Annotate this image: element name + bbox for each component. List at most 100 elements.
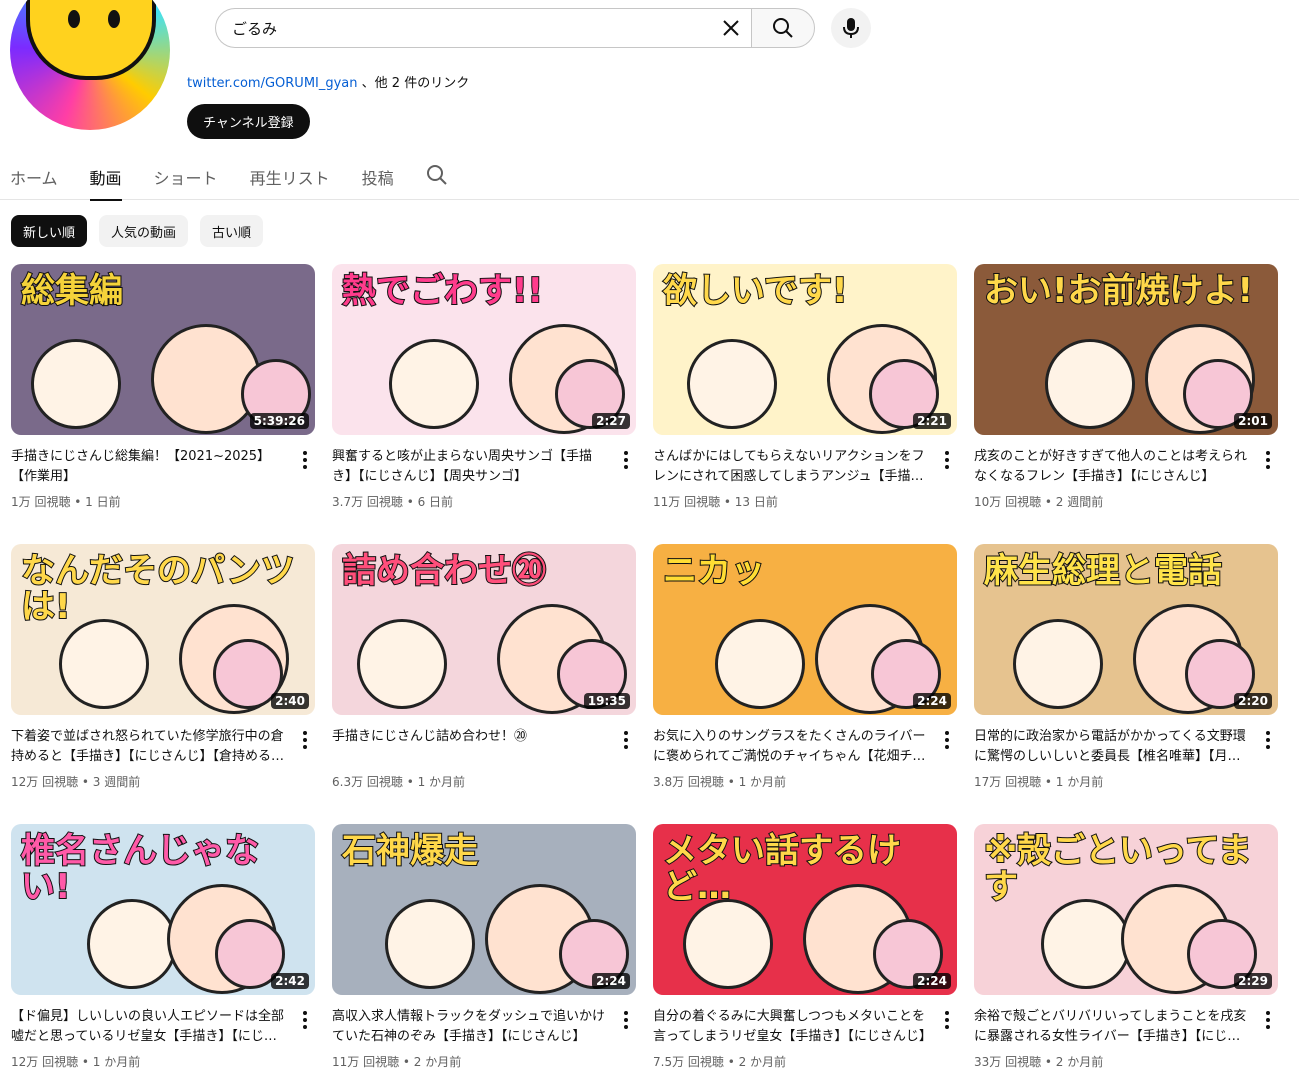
tab-playlists[interactable]: 再生リスト xyxy=(250,160,330,200)
thumbnail-caption: 石神爆走 xyxy=(341,831,479,871)
video-stats: 3.8万 回視聴 • 1 か月前 xyxy=(653,775,787,789)
video-thumbnail[interactable]: ※殻ごといってます 2:29 xyxy=(974,824,1278,995)
chip-oldest[interactable]: 古い順 xyxy=(200,215,264,247)
channel-search-button[interactable] xyxy=(426,164,448,190)
video-title[interactable]: お気に入りのサングラスをたくさんのライバーに褒められてご満悦のチャイちゃん【花畑… xyxy=(653,727,931,767)
video-duration: 2:20 xyxy=(1234,693,1272,709)
thumbnail-art xyxy=(357,619,447,709)
video-title[interactable]: 興奮すると咳が止まらない周央サンゴ【手描き】【にじさんじ】【周央サンゴ】 xyxy=(332,447,610,487)
sort-chips: 新しい順 人気の動画 古い順 xyxy=(11,215,264,247)
video-card[interactable]: ニカッ 2:24 お気に入りのサングラスをたくさんのライバーに褒められてご満悦の… xyxy=(653,544,957,824)
more-options-icon[interactable] xyxy=(937,449,957,471)
video-card[interactable]: なんだそのパンツは! 2:40 下着姿で並ばされ怒られていた修学旅行中の倉持める… xyxy=(11,544,315,824)
video-duration: 2:27 xyxy=(592,413,630,429)
video-card[interactable]: 椎名さんじゃない! 2:42 【ド偏見】しいしいの良い人エピソードは全部嘘だと思… xyxy=(11,824,315,1079)
search-icon xyxy=(426,165,447,185)
thumbnail-caption: なんだそのパンツは! xyxy=(20,551,296,627)
video-card[interactable]: 熱でごわす!! 2:27 興奮すると咳が止まらない周央サンゴ【手描き】【にじさん… xyxy=(332,264,636,544)
video-thumbnail[interactable]: 詰め合わせ⑳ 19:35 xyxy=(332,544,636,715)
video-title[interactable]: 日常的に政治家から電話がかかってくる文野環に驚愕のしいしいと委員長【椎名唯華】【… xyxy=(974,727,1252,767)
video-meta: 高収入求人情報トラックをダッシュで追いかけていた石神のぞみ【手描き】【にじさんじ… xyxy=(332,995,636,1070)
thumbnail-caption: 欲しいです! xyxy=(662,271,849,311)
chip-popular[interactable]: 人気の動画 xyxy=(99,215,189,247)
video-title[interactable]: 自分の着ぐるみに大興奮しつつもメタいことを言ってしまうリゼ皇女【手描き】【にじさ… xyxy=(653,1007,931,1047)
subscribe-button[interactable]: チャンネル登録 xyxy=(187,104,310,139)
more-options-icon[interactable] xyxy=(937,1009,957,1031)
video-card[interactable]: メタい話するけど… 2:24 自分の着ぐるみに大興奮しつつもメタいことを言ってし… xyxy=(653,824,957,1079)
video-meta: 【ド偏見】しいしいの良い人エピソードは全部嘘だと思っているリゼ皇女【手描き】【に… xyxy=(11,995,315,1070)
chip-newest[interactable]: 新しい順 xyxy=(11,215,88,247)
channel-tabs: ホーム 動画 ショート 再生リスト 投稿 xyxy=(0,160,1299,201)
channel-avatar[interactable] xyxy=(10,0,170,130)
more-links-text[interactable]: 、他 2 件のリンク xyxy=(362,76,470,91)
video-title[interactable]: 余裕で殻ごとバリバリいってしまうことを戌亥に暴露される女性ライバー【手描き】【に… xyxy=(974,1007,1252,1047)
close-icon[interactable] xyxy=(711,9,751,47)
avatar-character xyxy=(26,0,156,80)
video-thumbnail[interactable]: メタい話するけど… 2:24 xyxy=(653,824,957,995)
video-title[interactable]: 手描きにじさんじ詰め合わせ！⑳ xyxy=(332,727,610,767)
video-card[interactable]: 欲しいです! 2:21 さんばかにはしてもらえないリアクションをフレンにされて困… xyxy=(653,264,957,544)
thumbnail-caption: ニカッ xyxy=(662,551,766,591)
video-thumbnail[interactable]: なんだそのパンツは! 2:40 xyxy=(11,544,315,715)
thumbnail-art xyxy=(1041,899,1131,989)
video-thumbnail[interactable]: 総集編 5:39:26 xyxy=(11,264,315,435)
video-card[interactable]: 総集編 5:39:26 手描きにじさんじ総集編！【2021~2025】【作業用】… xyxy=(11,264,315,544)
voice-search-button[interactable] xyxy=(831,8,871,48)
video-title[interactable]: 手描きにじさんじ総集編！【2021~2025】【作業用】 xyxy=(11,447,289,487)
video-thumbnail[interactable]: 熱でごわす!! 2:27 xyxy=(332,264,636,435)
tab-posts[interactable]: 投稿 xyxy=(362,160,394,200)
video-meta: さんばかにはしてもらえないリアクションをフレンにされて困惑してしまうアンジュ【手… xyxy=(653,435,957,510)
video-card[interactable]: 麻生総理と電話 2:20 日常的に政治家から電話がかかってくる文野環に驚愕のしい… xyxy=(974,544,1278,824)
video-title[interactable]: さんばかにはしてもらえないリアクションをフレンにされて困惑してしまうアンジュ【手… xyxy=(653,447,931,487)
video-meta: 余裕で殻ごとバリバリいってしまうことを戌亥に暴露される女性ライバー【手描き】【に… xyxy=(974,995,1278,1070)
video-card[interactable]: 石神爆走 2:24 高収入求人情報トラックをダッシュで追いかけていた石神のぞみ【… xyxy=(332,824,636,1079)
video-card[interactable]: 詰め合わせ⑳ 19:35 手描きにじさんじ詰め合わせ！⑳ 6.3万 回視聴 • … xyxy=(332,544,636,824)
more-options-icon[interactable] xyxy=(616,449,636,471)
video-thumbnail[interactable]: 麻生総理と電話 2:20 xyxy=(974,544,1278,715)
video-thumbnail[interactable]: 椎名さんじゃない! 2:42 xyxy=(11,824,315,995)
video-title[interactable]: 高収入求人情報トラックをダッシュで追いかけていた石神のぞみ【手描き】【にじさんじ… xyxy=(332,1007,610,1047)
thumbnail-caption: ※殻ごといってます xyxy=(983,831,1253,907)
video-grid: 総集編 5:39:26 手描きにじさんじ総集編！【2021~2025】【作業用】… xyxy=(11,264,1278,1079)
video-meta: 下着姿で並ばされ怒られていた修学旅行中の倉持めると【手描き】【にじさんじ】【倉持… xyxy=(11,715,315,790)
thumbnail-art xyxy=(1013,619,1103,709)
video-stats: 7.5万 回視聴 • 2 か月前 xyxy=(653,1055,787,1069)
search-button[interactable] xyxy=(751,8,815,48)
video-thumbnail[interactable]: おい!お前焼けよ! 2:01 xyxy=(974,264,1278,435)
video-stats: 11万 回視聴 • 2 か月前 xyxy=(332,1055,462,1069)
video-duration: 2:29 xyxy=(1234,973,1272,989)
more-options-icon[interactable] xyxy=(616,1009,636,1031)
twitter-link[interactable]: twitter.com/GORUMI_gyan xyxy=(187,76,358,91)
more-options-icon[interactable] xyxy=(616,729,636,751)
more-options-icon[interactable] xyxy=(937,729,957,751)
more-options-icon[interactable] xyxy=(295,729,315,751)
tab-shorts[interactable]: ショート xyxy=(154,160,218,200)
video-meta: 自分の着ぐるみに大興奮しつつもメタいことを言ってしまうリゼ皇女【手描き】【にじさ… xyxy=(653,995,957,1070)
video-thumbnail[interactable]: 欲しいです! 2:21 xyxy=(653,264,957,435)
video-duration: 2:24 xyxy=(913,693,951,709)
thumbnail-art xyxy=(1045,339,1135,429)
video-card[interactable]: ※殻ごといってます 2:29 余裕で殻ごとバリバリいってしまうことを戌亥に暴露さ… xyxy=(974,824,1278,1079)
video-duration: 19:35 xyxy=(583,693,630,709)
video-stats: 10万 回視聴 • 2 週間前 xyxy=(974,495,1104,509)
video-card[interactable]: おい!お前焼けよ! 2:01 戌亥のことが好きすぎて他人のことは考えられなくなる… xyxy=(974,264,1278,544)
video-thumbnail[interactable]: ニカッ 2:24 xyxy=(653,544,957,715)
video-stats: 17万 回視聴 • 1 か月前 xyxy=(974,775,1104,789)
search-input[interactable]: ごるみ xyxy=(215,8,751,48)
microphone-icon xyxy=(843,18,859,38)
video-title[interactable]: 【ド偏見】しいしいの良い人エピソードは全部嘘だと思っているリゼ皇女【手描き】【に… xyxy=(11,1007,289,1047)
more-options-icon[interactable] xyxy=(1258,1009,1278,1031)
more-options-icon[interactable] xyxy=(295,1009,315,1031)
tab-home[interactable]: ホーム xyxy=(10,160,58,200)
more-options-icon[interactable] xyxy=(295,449,315,471)
video-thumbnail[interactable]: 石神爆走 2:24 xyxy=(332,824,636,995)
tab-videos[interactable]: 動画 xyxy=(89,160,122,201)
thumbnail-art xyxy=(683,899,773,989)
video-title[interactable]: 戌亥のことが好きすぎて他人のことは考えられなくなるフレン【手描き】【にじさんじ】 xyxy=(974,447,1252,487)
more-options-icon[interactable] xyxy=(1258,449,1278,471)
thumbnail-caption: メタい話するけど… xyxy=(662,831,902,907)
video-title[interactable]: 下着姿で並ばされ怒られていた修学旅行中の倉持めると【手描き】【にじさんじ】【倉持… xyxy=(11,727,289,767)
more-options-icon[interactable] xyxy=(1258,729,1278,751)
search-query[interactable]: ごるみ xyxy=(232,18,711,39)
thumbnail-art xyxy=(715,619,805,709)
